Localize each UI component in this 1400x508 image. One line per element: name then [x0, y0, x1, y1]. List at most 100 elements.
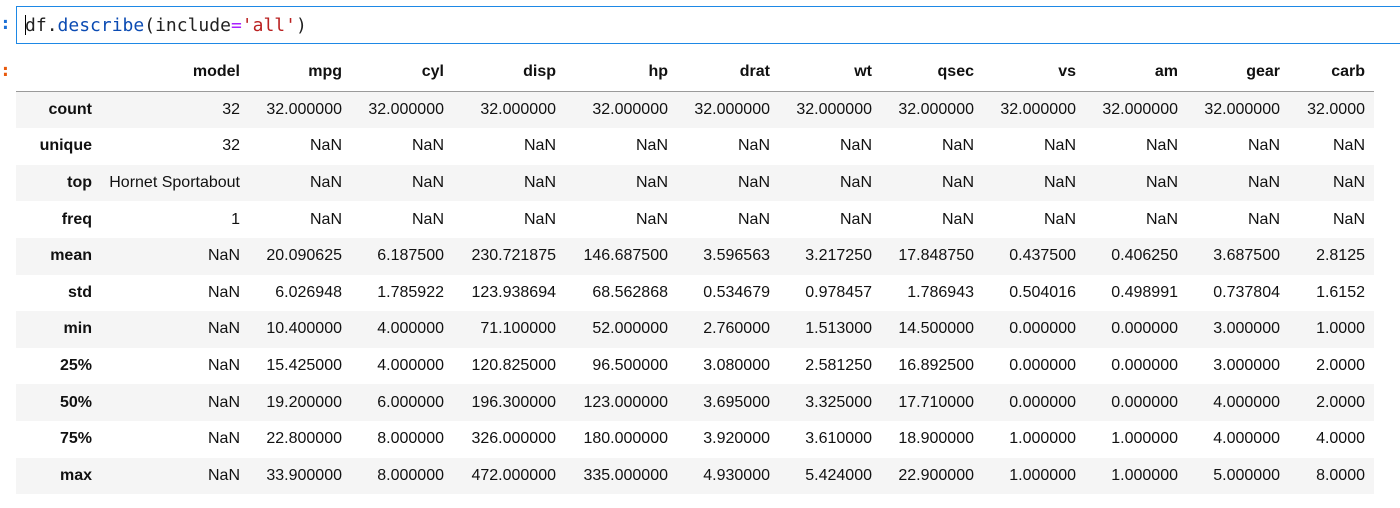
table-cell: NaN [737, 174, 770, 192]
table-cell: NaN [1043, 210, 1076, 228]
table-cell: NaN [1247, 174, 1280, 192]
table-cell: 1.786943 [907, 283, 974, 301]
table-cell: 3.080000 [703, 357, 770, 375]
code-editor[interactable]: df.describe(include='all') [16, 6, 1400, 44]
table-cell: 1.513000 [805, 320, 872, 338]
column-header: carb [1289, 54, 1374, 92]
row-index-label: top [67, 174, 92, 192]
row-index-label: max [59, 466, 92, 484]
index-header-corner [16, 54, 101, 92]
code-open-paren: ( [144, 15, 156, 36]
table-cell: 8.000000 [377, 430, 444, 448]
table-cell: 230.721875 [471, 247, 556, 265]
table-cell: 52.000000 [592, 320, 668, 338]
table-cell: 146.687500 [583, 247, 668, 265]
table-cell: 14.500000 [898, 320, 974, 338]
table-cell: 6.026948 [275, 283, 342, 301]
table-row: unique 32 NaN NaN NaN NaN NaN NaN NaN NaN NaN NaN Na… [16, 128, 1374, 165]
row-index-label: count [48, 100, 92, 118]
table-row: count 32 32.000000 32.000000 32.000000 32.000… [16, 91, 1374, 129]
table-cell: 1.000000 [1009, 430, 1076, 448]
table-row: top Hornet Sportabout NaN NaN NaN NaN NaN NaN Na… [16, 164, 1374, 202]
table-cell: NaN [839, 210, 872, 228]
table-cell: 8.000000 [377, 466, 444, 484]
table-cell: 71.100000 [480, 320, 556, 338]
table-header-row: model mpg cyl disp hp drat wt qsec vs am gear carb [16, 54, 1374, 92]
table-cell: 3.596563 [703, 247, 770, 265]
table-cell: 4.000000 [377, 357, 444, 375]
table-cell: NaN [1332, 210, 1365, 228]
table-cell: Hornet Sportabout [109, 174, 240, 192]
table-cell: 32 [222, 100, 240, 118]
table-cell: NaN [207, 393, 240, 411]
table-cell: 0.000000 [1009, 320, 1076, 338]
table-cell: NaN [207, 247, 240, 265]
column-header: wt [779, 54, 881, 92]
table-row: mean NaN 20.090625 6.187500 230.721875 146.68… [16, 237, 1374, 275]
table-cell: 2.0000 [1316, 393, 1365, 411]
dataframe-table: model mpg cyl disp hp drat wt qsec vs am gear carb … [16, 54, 1374, 495]
table-cell: 0.534679 [703, 283, 770, 301]
table-cell: NaN [523, 174, 556, 192]
table-cell: 1.0000 [1316, 320, 1365, 338]
table-cell: 16.892500 [898, 357, 974, 375]
table-cell: 32 [222, 137, 240, 155]
column-header: qsec [881, 54, 983, 92]
table-cell: 1.000000 [1009, 466, 1076, 484]
table-cell: NaN [941, 137, 974, 155]
table-cell: 32.000000 [1204, 100, 1280, 118]
input-prompt: : [0, 13, 11, 34]
table-cell: NaN [309, 210, 342, 228]
table-cell: NaN [1247, 137, 1280, 155]
table-cell: 0.498991 [1111, 283, 1178, 301]
row-index-label: 75% [59, 430, 92, 448]
table-cell: 32.000000 [480, 100, 556, 118]
table-row: 25% NaN 15.425000 4.000000 120.825000 96.5000… [16, 347, 1374, 385]
table-cell: 32.000000 [266, 100, 342, 118]
table-row: 50% NaN 19.200000 6.000000 196.300000 123.000… [16, 384, 1374, 421]
table-cell: 0.504016 [1009, 283, 1076, 301]
table-cell: 0.406250 [1111, 247, 1178, 265]
table-cell: 19.200000 [266, 393, 342, 411]
table-cell: 15.425000 [266, 357, 342, 375]
table-cell: 1.6152 [1316, 283, 1365, 301]
table-cell: 472.000000 [471, 466, 556, 484]
table-cell: 1.000000 [1111, 466, 1178, 484]
table-cell: NaN [1043, 137, 1076, 155]
table-cell: 2.8125 [1316, 247, 1365, 265]
table-cell: NaN [309, 174, 342, 192]
column-header: vs [983, 54, 1085, 92]
table-cell: NaN [411, 210, 444, 228]
table-cell: 4.0000 [1316, 430, 1365, 448]
code-close-paren: ) [295, 15, 307, 36]
column-header: gear [1187, 54, 1289, 92]
row-index-label: unique [39, 137, 92, 155]
table-cell: 17.710000 [898, 393, 974, 411]
table-cell: 32.000000 [368, 100, 444, 118]
table-cell: 4.000000 [1213, 430, 1280, 448]
table-cell: NaN [207, 466, 240, 484]
table-cell: NaN [737, 137, 770, 155]
table-cell: 96.500000 [592, 357, 668, 375]
code-dot: . [46, 15, 58, 36]
table-cell: 3.325000 [805, 393, 872, 411]
table-cell: 120.825000 [471, 357, 556, 375]
table-cell: 20.090625 [266, 247, 342, 265]
table-cell: 3.000000 [1213, 320, 1280, 338]
table-cell: NaN [737, 210, 770, 228]
code-line[interactable]: df.describe(include='all') [25, 15, 307, 37]
table-cell: NaN [207, 283, 240, 301]
table-cell: NaN [635, 174, 668, 192]
table-cell: 32.000000 [694, 100, 770, 118]
table-cell: NaN [207, 357, 240, 375]
table-cell: NaN [309, 137, 342, 155]
table-cell: 68.562868 [592, 283, 668, 301]
table-cell: 22.900000 [898, 466, 974, 484]
table-cell: 123.000000 [583, 393, 668, 411]
table-cell: 5.000000 [1213, 466, 1280, 484]
table-row: std NaN 6.026948 1.785922 123.938694 68.56286… [16, 274, 1374, 312]
table-cell: 1.000000 [1111, 430, 1178, 448]
table-cell: 0.978457 [805, 283, 872, 301]
table-cell: NaN [411, 174, 444, 192]
table-cell: NaN [411, 137, 444, 155]
